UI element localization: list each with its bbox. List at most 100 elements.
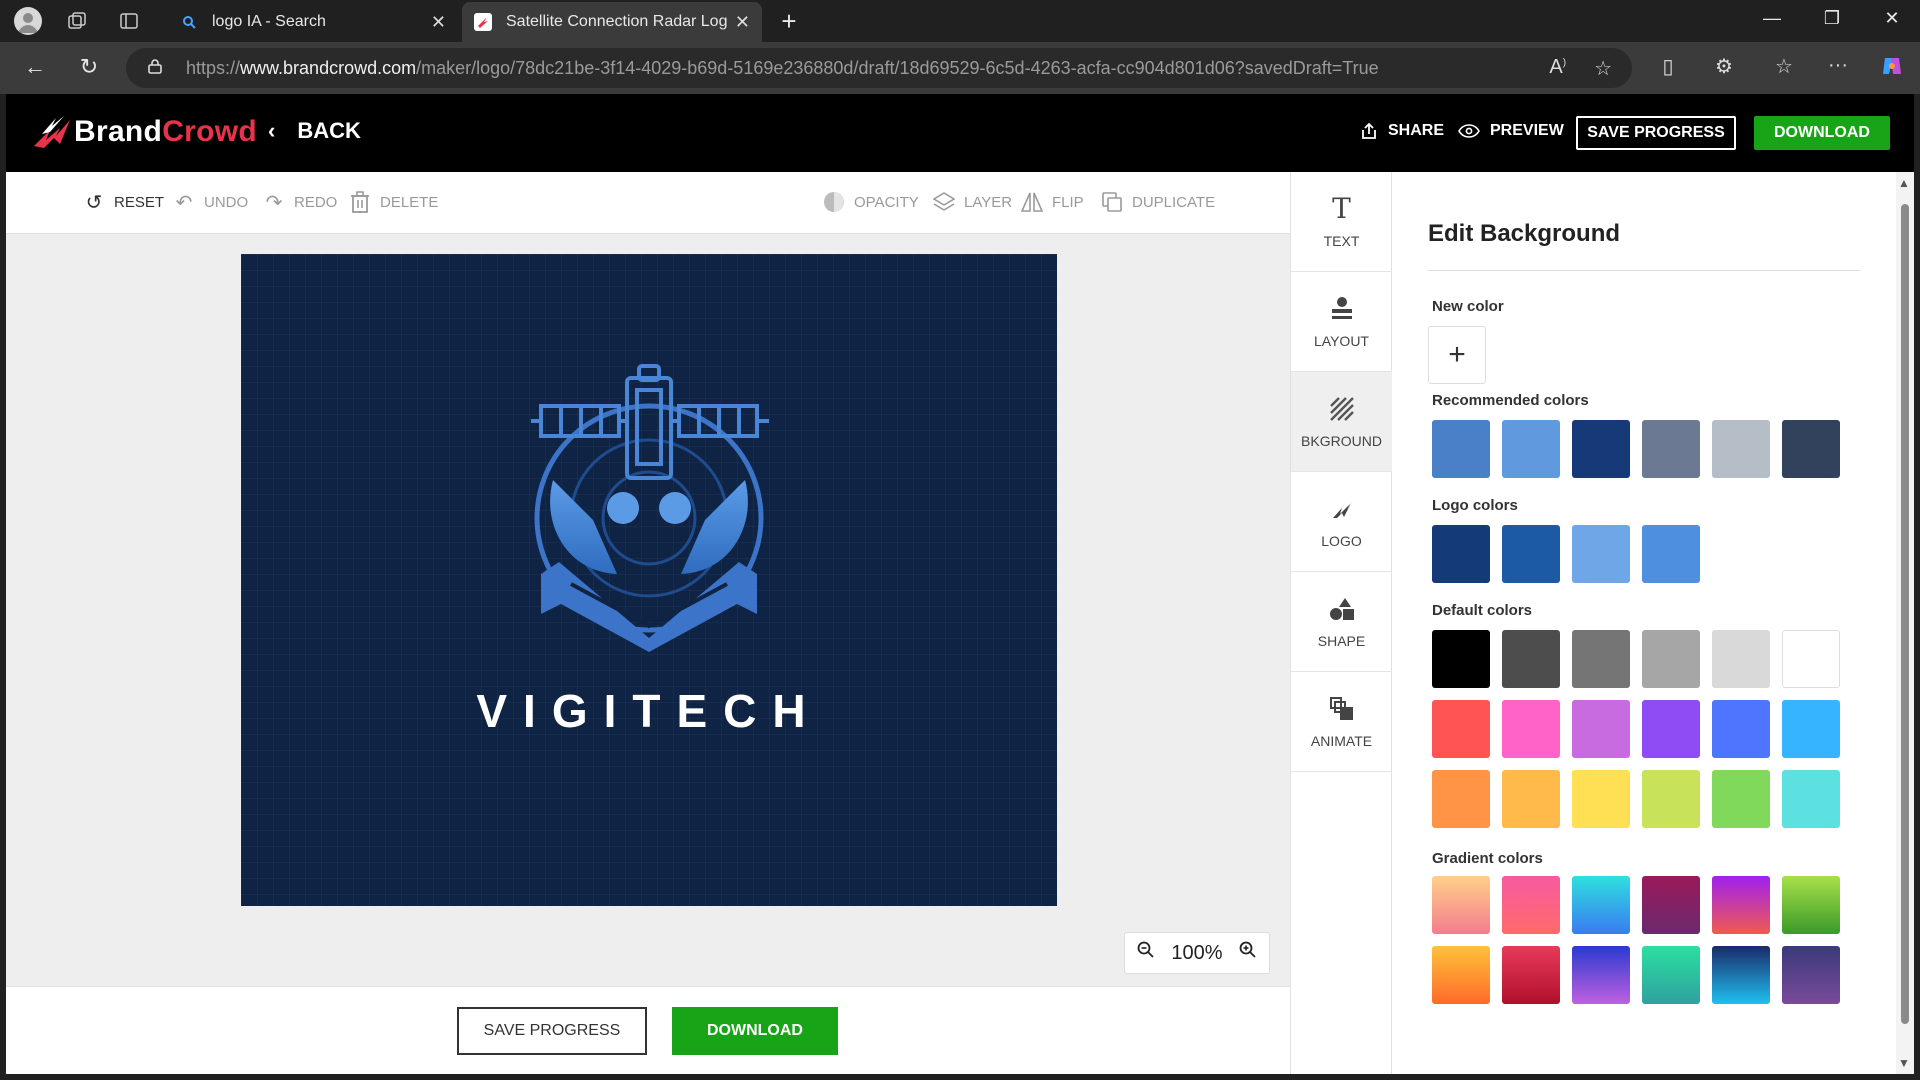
color-swatch[interactable]	[1782, 630, 1840, 688]
new-tab-button[interactable]: +	[774, 6, 804, 37]
color-swatch[interactable]	[1572, 525, 1630, 583]
preview-button[interactable]: PREVIEW	[1458, 122, 1564, 140]
scroll-down-icon[interactable]: ▼	[1898, 1056, 1910, 1070]
color-swatch[interactable]	[1502, 630, 1560, 688]
color-swatch[interactable]	[1432, 700, 1490, 758]
more-menu-icon[interactable]: ···	[1822, 54, 1854, 77]
layer-button[interactable]: LAYER	[932, 190, 1012, 214]
share-button[interactable]: SHARE	[1360, 122, 1444, 140]
color-swatch[interactable]	[1502, 876, 1560, 934]
color-swatch[interactable]	[1782, 770, 1840, 828]
color-swatch[interactable]	[1502, 700, 1560, 758]
color-swatch[interactable]	[1712, 946, 1770, 1004]
color-swatch[interactable]	[1782, 700, 1840, 758]
flip-button[interactable]: FLIP	[1020, 190, 1084, 214]
undo-button[interactable]: ↶ UNDO	[172, 190, 249, 214]
add-color-button[interactable]: +	[1428, 326, 1486, 384]
close-tab-icon[interactable]: ✕	[735, 12, 750, 33]
color-swatch[interactable]	[1642, 770, 1700, 828]
color-swatch[interactable]	[1432, 525, 1490, 583]
color-swatch[interactable]	[1642, 876, 1700, 934]
color-swatch[interactable]	[1502, 420, 1560, 478]
color-swatch[interactable]	[1642, 630, 1700, 688]
color-swatch[interactable]	[1642, 700, 1700, 758]
sidebar-item-shape[interactable]: SHAPE	[1291, 572, 1392, 672]
logo-text[interactable]: VIGITECH	[241, 684, 1057, 738]
favorite-star-icon[interactable]: ☆	[1594, 56, 1612, 81]
color-swatch[interactable]	[1502, 946, 1560, 1004]
close-window-icon[interactable]: ✕	[1862, 8, 1920, 29]
back-arrow-icon[interactable]: ←	[20, 54, 50, 80]
color-swatch[interactable]	[1572, 770, 1630, 828]
reading-view-icon[interactable]: ▯	[1652, 54, 1684, 79]
save-progress-bottom-button[interactable]: SAVE PROGRESS	[457, 1007, 647, 1055]
color-swatch[interactable]	[1782, 420, 1840, 478]
refresh-icon[interactable]: ↻	[74, 54, 104, 80]
read-aloud-icon[interactable]: A)	[1549, 56, 1566, 81]
color-swatch[interactable]	[1572, 946, 1630, 1004]
color-swatch[interactable]	[1712, 420, 1770, 478]
profile-avatar[interactable]	[14, 7, 42, 35]
reset-button[interactable]: ↺ RESET	[82, 190, 164, 214]
duplicate-button[interactable]: DUPLICATE	[1100, 190, 1215, 214]
brandcrowd-logo[interactable]: BrandCrowd	[30, 114, 257, 150]
extensions-icon[interactable]: ⚙	[1708, 54, 1740, 79]
color-swatch[interactable]	[1432, 630, 1490, 688]
color-swatch[interactable]	[1432, 770, 1490, 828]
sidebar-item-text[interactable]: T TEXT	[1291, 172, 1392, 272]
gradient-colors	[1432, 876, 1840, 1004]
color-swatch[interactable]	[1572, 420, 1630, 478]
color-swatch[interactable]	[1502, 525, 1560, 583]
color-swatch[interactable]	[1712, 630, 1770, 688]
opacity-button[interactable]: OPACITY	[822, 190, 919, 214]
copilot-icon[interactable]	[1876, 54, 1908, 84]
color-swatch[interactable]	[1572, 700, 1630, 758]
color-swatch[interactable]	[1502, 770, 1560, 828]
close-tab-icon[interactable]: ✕	[431, 12, 446, 33]
minimize-icon[interactable]: —	[1742, 8, 1802, 29]
tab-brandcrowd[interactable]: Satellite Connection Radar Logo | ✕	[462, 2, 762, 42]
color-swatch[interactable]	[1712, 700, 1770, 758]
vertical-tabs-icon[interactable]	[116, 8, 142, 34]
panel-scrollbar[interactable]: ▲ ▼	[1896, 172, 1914, 1074]
sidebar-item-animate[interactable]: ANIMATE	[1291, 672, 1392, 772]
color-swatch[interactable]	[1432, 420, 1490, 478]
zoom-level: 100%	[1171, 941, 1223, 964]
color-swatch[interactable]	[1712, 876, 1770, 934]
sidebar-item-background[interactable]: BKGROUND	[1291, 372, 1392, 472]
color-swatch[interactable]	[1782, 876, 1840, 934]
logo-colors-label: Logo colors	[1432, 497, 1518, 514]
zoom-out-icon[interactable]	[1137, 941, 1155, 965]
color-swatch[interactable]	[1642, 420, 1700, 478]
color-swatch[interactable]	[1432, 876, 1490, 934]
save-progress-button[interactable]: SAVE PROGRESS	[1576, 116, 1736, 150]
back-button[interactable]: ‹ BACK	[268, 118, 361, 144]
logo-canvas[interactable]: VIGITECH	[241, 254, 1057, 906]
url-field[interactable]: https://www.brandcrowd.com/maker/logo/78…	[126, 48, 1632, 88]
redo-button[interactable]: ↷ REDO	[262, 190, 338, 214]
color-swatch[interactable]	[1572, 876, 1630, 934]
favorites-icon[interactable]: ☆	[1768, 54, 1800, 79]
download-bottom-button[interactable]: DOWNLOAD	[672, 1007, 838, 1055]
workspaces-icon[interactable]	[64, 8, 90, 34]
reset-icon: ↺	[85, 191, 103, 214]
color-swatch[interactable]	[1642, 946, 1700, 1004]
delete-button[interactable]: DELETE	[348, 190, 438, 214]
tab-search[interactable]: logo IA - Search ✕	[168, 2, 458, 42]
scroll-up-icon[interactable]: ▲	[1898, 176, 1910, 190]
satellite-radar-logo-icon[interactable]	[241, 254, 1057, 906]
scrollbar-thumb[interactable]	[1901, 204, 1909, 1024]
zoom-control: 100%	[1124, 932, 1270, 974]
restore-icon[interactable]: ❐	[1802, 8, 1862, 29]
zoom-in-icon[interactable]	[1239, 941, 1257, 965]
color-swatch[interactable]	[1712, 770, 1770, 828]
color-swatch[interactable]	[1432, 946, 1490, 1004]
color-swatch[interactable]	[1782, 946, 1840, 1004]
sidebar-item-layout[interactable]: LAYOUT	[1291, 272, 1392, 372]
sidebar-item-logo[interactable]: LOGO	[1291, 472, 1392, 572]
download-button[interactable]: DOWNLOAD	[1754, 116, 1890, 150]
address-bar-row: ← ↻ https://www.brandcrowd.com/maker/log…	[0, 42, 1920, 94]
color-swatch[interactable]	[1572, 630, 1630, 688]
divider	[1428, 270, 1860, 271]
color-swatch[interactable]	[1642, 525, 1700, 583]
